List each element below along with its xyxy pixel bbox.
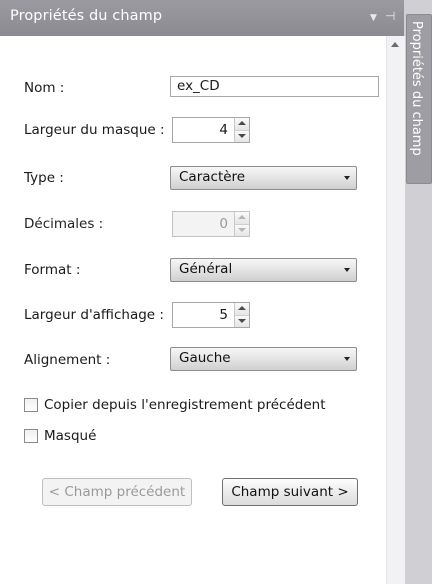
format-select[interactable]: Général xyxy=(170,258,357,282)
hidden-checkbox[interactable] xyxy=(24,429,38,443)
arrow-up-icon xyxy=(238,215,246,219)
chevron-down-icon xyxy=(344,176,350,180)
arrow-down-icon xyxy=(238,318,246,323)
alignment-label: Alignement : xyxy=(24,352,111,368)
arrow-up-icon xyxy=(238,121,246,125)
decimals-value: 0 xyxy=(219,216,228,232)
side-tab-properties[interactable]: Propriétés du champ xyxy=(406,14,432,184)
hidden-label[interactable]: Masqué xyxy=(44,428,96,444)
side-tab-label: Propriétés du champ xyxy=(409,21,424,156)
format-select-value: Général xyxy=(179,261,233,277)
arrow-down-icon xyxy=(238,133,246,138)
format-label: Format : xyxy=(24,262,81,278)
arrow-up-icon xyxy=(238,306,246,310)
type-label: Type : xyxy=(24,170,64,186)
decimals-label: Décimales : xyxy=(24,216,104,232)
decimals-increment xyxy=(235,212,249,225)
decimals-stepper: 0 xyxy=(172,211,250,237)
display-width-stepper[interactable]: 5 xyxy=(172,302,250,328)
copy-previous-checkbox[interactable] xyxy=(24,398,38,412)
mask-width-decrement[interactable] xyxy=(235,130,249,142)
mask-width-stepper[interactable]: 4 xyxy=(172,117,250,143)
pin-icon[interactable]: ⊣ xyxy=(385,9,399,23)
chevron-down-icon xyxy=(344,268,350,272)
mask-width-increment[interactable] xyxy=(235,118,249,131)
mask-width-label: Largeur du masque : xyxy=(24,122,165,138)
decimals-decrement xyxy=(235,224,249,236)
vertical-scrollbar[interactable] xyxy=(386,36,405,584)
type-select[interactable]: Caractère xyxy=(170,166,357,190)
display-width-decrement[interactable] xyxy=(235,315,249,327)
display-width-label: Largeur d'affichage : xyxy=(24,307,164,323)
display-width-value[interactable]: 5 xyxy=(173,307,234,323)
display-width-increment[interactable] xyxy=(235,303,249,316)
alignment-select-value: Gauche xyxy=(179,350,231,366)
arrow-down-icon xyxy=(238,227,246,232)
copy-previous-label[interactable]: Copier depuis l'enregistrement précédent xyxy=(44,397,326,413)
chevron-down-icon xyxy=(344,357,350,361)
next-field-button[interactable]: Champ suivant > xyxy=(222,478,358,506)
type-select-value: Caractère xyxy=(179,169,246,185)
arrow-up-icon[interactable] xyxy=(391,42,399,47)
previous-field-button[interactable]: < Champ précédent xyxy=(42,478,192,506)
panel-title: Propriétés du champ xyxy=(10,8,163,24)
mask-width-value[interactable]: 4 xyxy=(173,122,234,138)
alignment-select[interactable]: Gauche xyxy=(170,347,357,371)
chevron-down-icon[interactable]: ▼ xyxy=(370,13,382,25)
name-field[interactable]: ex_CD xyxy=(170,76,379,97)
name-label: Nom : xyxy=(24,80,65,96)
